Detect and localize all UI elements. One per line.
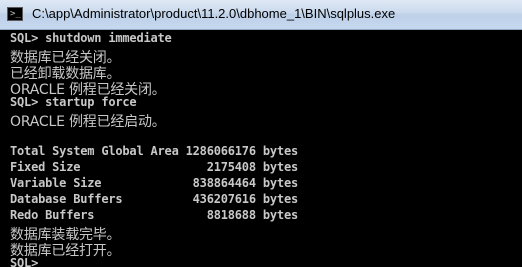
console-line: 已经卸载数据库。 <box>10 66 121 83</box>
console-line: SQL> shutdown immediate <box>10 31 172 45</box>
console-line: 数据库已经关闭。 <box>10 50 121 67</box>
console-line: Database Buffers 436207616 bytes <box>10 191 299 206</box>
console-output[interactable]: SQL> shutdown immediate 数据库已经关闭。 已经卸载数据库… <box>0 30 522 267</box>
console-line: 数据库装载完毕。 <box>10 227 121 244</box>
console-line: Variable Size 838864464 bytes <box>10 175 299 190</box>
console-window: >_ C:\app\Administrator\product\11.2.0\d… <box>0 0 522 267</box>
console-line: Fixed Size 2175408 bytes <box>10 159 299 174</box>
console-line: 数据库已经打开。 <box>10 243 121 260</box>
console-line: Redo Buffers 8818688 bytes <box>10 208 299 223</box>
window-title: C:\app\Administrator\product\11.2.0\dbho… <box>32 6 396 21</box>
console-line: ORACLE 例程已经启动。 <box>10 114 166 131</box>
console-app-icon: >_ <box>7 7 23 21</box>
console-line: SQL> startup force <box>10 95 137 110</box>
title-bar[interactable]: >_ C:\app\Administrator\product\11.2.0\d… <box>0 0 522 30</box>
console-line: Total System Global Area 1286066176 byte… <box>10 143 299 158</box>
console-line: ORACLE 例程已经关闭。 <box>10 82 166 99</box>
